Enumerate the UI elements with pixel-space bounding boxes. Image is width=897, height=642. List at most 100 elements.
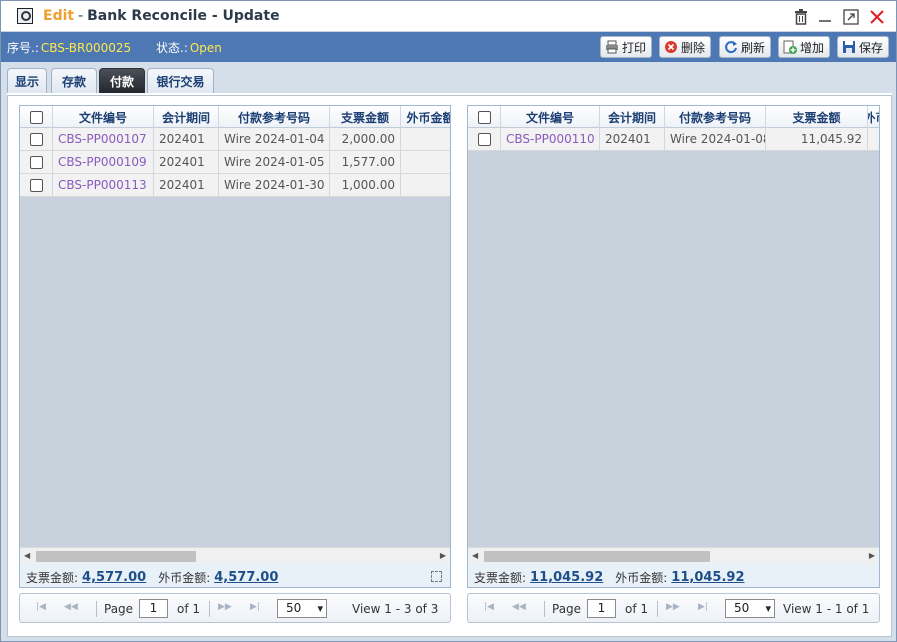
- table-row[interactable]: CBS-PP000113 202401 Wire 2024-01-30 1,00…: [20, 174, 450, 197]
- pager-divider: [657, 601, 658, 617]
- foreign-total-value[interactable]: 11,045.92: [671, 570, 744, 585]
- last-page-icon[interactable]: ▶|: [250, 602, 260, 612]
- title-text: Bank Reconcile - Update: [87, 8, 280, 24]
- right-pager: |◀ ◀◀ Page 1 of 1 ▶▶ ▶| 50 View 1 - 1 of…: [467, 593, 880, 623]
- grid-header: 文件编号 会计期间 付款参考号码 支票金额 外币金额: [468, 106, 879, 128]
- foreign-total-value[interactable]: 4,577.00: [214, 570, 278, 585]
- foreign-amount-cell: [401, 151, 450, 173]
- col-cheque-amount[interactable]: 支票金额: [330, 106, 401, 128]
- page-size-select[interactable]: 50: [725, 599, 775, 618]
- refresh-button[interactable]: 刷新: [719, 36, 772, 58]
- page-size-select[interactable]: 50: [277, 599, 327, 618]
- cheque-amount-cell: 1,000.00: [330, 174, 401, 196]
- scroll-left-icon[interactable]: ◀: [24, 551, 30, 560]
- scroll-right-icon[interactable]: ▶: [440, 551, 446, 560]
- tab-deposit[interactable]: 存款: [51, 68, 97, 94]
- scroll-right-icon[interactable]: ▶: [869, 551, 875, 560]
- next-page-icon[interactable]: ▶▶: [218, 602, 232, 612]
- cheque-amount-cell: 2,000.00: [330, 128, 401, 150]
- maximize-icon[interactable]: [842, 8, 860, 26]
- save-button[interactable]: 保存: [837, 36, 890, 58]
- doc-number-link[interactable]: CBS-PP000110: [501, 128, 600, 150]
- scroll-thumb[interactable]: [484, 551, 710, 562]
- fullscreen-icon[interactable]: [431, 571, 442, 582]
- scroll-left-icon[interactable]: ◀: [472, 551, 478, 560]
- select-all-checkbox[interactable]: [29, 110, 43, 124]
- col-cheque-amount[interactable]: 支票金额: [766, 106, 868, 128]
- next-page-icon[interactable]: ▶▶: [666, 602, 680, 612]
- status-label: 状态.:: [156, 41, 188, 55]
- foreign-total-label: 外币金额:: [158, 571, 211, 585]
- tab-display[interactable]: 显示: [7, 68, 47, 94]
- table-row[interactable]: CBS-PP000110 202401 Wire 2024-01-08 11,0…: [468, 128, 879, 151]
- row-select[interactable]: [20, 151, 53, 173]
- row-checkbox[interactable]: [477, 132, 491, 146]
- col-doc-number[interactable]: 文件编号: [501, 106, 600, 128]
- table-row[interactable]: CBS-PP000109 202401 Wire 2024-01-05 1,57…: [20, 151, 450, 174]
- totals-footer: 支票金额: 4,577.00 外币金额: 4,577.00: [20, 564, 450, 587]
- page-count: of 1: [625, 602, 649, 616]
- window-title: Edit - Bank Reconcile - Update: [43, 8, 280, 24]
- row-select[interactable]: [20, 174, 53, 196]
- payment-ref-cell: Wire 2024-01-04: [219, 128, 330, 150]
- edit-window: Edit - Bank Reconcile - Update 序号.: CBS-BR0…: [0, 0, 897, 642]
- row-checkbox[interactable]: [29, 132, 43, 146]
- pager-divider: [209, 601, 210, 617]
- payment-ref-cell: Wire 2024-01-08: [665, 128, 766, 150]
- horizontal-scrollbar[interactable]: ◀ ▶: [20, 547, 450, 564]
- payment-ref-cell: Wire 2024-01-30: [219, 174, 330, 196]
- foreign-amount-cell: [401, 128, 450, 150]
- doc-number-link[interactable]: CBS-PP000109: [53, 151, 154, 173]
- last-page-icon[interactable]: ▶|: [698, 602, 708, 612]
- scroll-thumb[interactable]: [36, 551, 196, 562]
- minimize-icon[interactable]: [816, 8, 834, 26]
- doc-number-link[interactable]: CBS-PP000107: [53, 128, 154, 150]
- select-all-checkbox[interactable]: [477, 110, 491, 124]
- select-all-cell[interactable]: [468, 106, 501, 128]
- page-input[interactable]: 1: [587, 599, 616, 618]
- col-payment-ref[interactable]: 付款参考号码: [219, 106, 330, 128]
- col-period[interactable]: 会计期间: [154, 106, 219, 128]
- add-button[interactable]: 增加: [778, 36, 831, 58]
- unreconciled-payments-grid: 文件编号 会计期间 付款参考号码 支票金额 外币金额 CBS-PP000107 …: [19, 105, 451, 588]
- page-label: Page: [552, 602, 582, 616]
- tab-bank-transactions[interactable]: 银行交易: [147, 68, 214, 94]
- left-pager: |◀ ◀◀ Page 1 of 1 ▶▶ ▶| 50 View 1 - 3 of…: [19, 593, 451, 623]
- prev-page-icon[interactable]: ◀◀: [64, 602, 78, 612]
- horizontal-scrollbar[interactable]: ◀ ▶: [468, 547, 879, 564]
- select-all-cell[interactable]: [20, 106, 53, 128]
- print-button[interactable]: 打印: [600, 36, 653, 58]
- first-page-icon[interactable]: |◀: [36, 602, 46, 612]
- add-document-icon: [783, 40, 797, 54]
- sequence-value: CBS-BR000025: [40, 41, 132, 55]
- pager-divider: [96, 601, 97, 617]
- col-period[interactable]: 会计期间: [600, 106, 665, 128]
- trash-icon[interactable]: [792, 8, 810, 26]
- row-select[interactable]: [468, 128, 501, 150]
- row-checkbox[interactable]: [29, 155, 43, 169]
- page-count: of 1: [177, 602, 201, 616]
- delete-button[interactable]: 删除: [659, 36, 712, 58]
- close-icon[interactable]: [868, 8, 886, 26]
- payment-ref-cell: Wire 2024-01-05: [219, 151, 330, 173]
- page-input[interactable]: 1: [139, 599, 168, 618]
- col-payment-ref[interactable]: 付款参考号码: [665, 106, 766, 128]
- delete-label: 删除: [681, 40, 706, 55]
- cheque-total-value[interactable]: 4,577.00: [82, 570, 146, 585]
- row-select[interactable]: [20, 128, 53, 150]
- doc-number-link[interactable]: CBS-PP000113: [53, 174, 154, 196]
- cheque-total-value[interactable]: 11,045.92: [530, 570, 603, 585]
- table-row[interactable]: CBS-PP000107 202401 Wire 2024-01-04 2,00…: [20, 128, 450, 151]
- sequence-field: 序号.: CBS-BR000025: [7, 39, 131, 56]
- view-range: View 1 - 3 of 3: [352, 602, 439, 616]
- prev-page-icon[interactable]: ◀◀: [512, 602, 526, 612]
- row-checkbox[interactable]: [29, 178, 43, 192]
- tab-payment[interactable]: 付款: [99, 68, 145, 94]
- col-doc-number[interactable]: 文件编号: [53, 106, 154, 128]
- first-page-icon[interactable]: |◀: [484, 602, 494, 612]
- title-separator: -: [78, 8, 84, 24]
- col-foreign-amount[interactable]: 外币金额: [868, 106, 879, 128]
- view-range: View 1 - 1 of 1: [783, 602, 870, 616]
- col-foreign-amount[interactable]: 外币金额: [401, 106, 450, 128]
- period-cell: 202401: [600, 128, 665, 150]
